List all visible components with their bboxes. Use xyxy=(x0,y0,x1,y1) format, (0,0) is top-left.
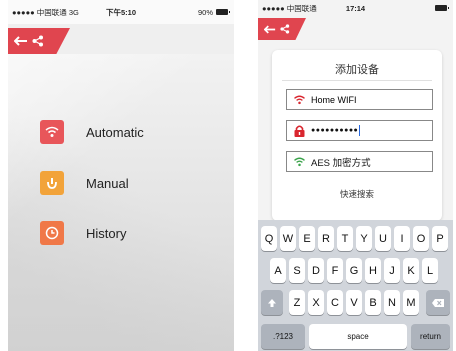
text-cursor xyxy=(359,125,361,136)
shift-arrow-icon xyxy=(268,298,276,307)
backspace-icon xyxy=(432,298,444,307)
menu-item-automatic[interactable]: Automatic xyxy=(40,120,144,144)
encryption-select[interactable]: AES 加密方式 xyxy=(286,151,433,172)
key-e[interactable]: E xyxy=(299,226,315,251)
keyboard: Q W E R T Y U I O P A S D F G H J K L Z … xyxy=(258,220,453,351)
back-arrow-icon xyxy=(264,24,276,34)
battery-percent: 90% xyxy=(197,7,213,17)
menu-label-manual: Manual xyxy=(86,175,129,191)
status-bar: ●●●●● 中国联通 17:14 xyxy=(258,0,453,16)
share-icon xyxy=(280,24,290,34)
key-a[interactable]: A xyxy=(270,258,286,283)
shift-key[interactable] xyxy=(261,290,283,315)
key-x[interactable]: X xyxy=(308,290,324,315)
space-key[interactable]: space xyxy=(309,324,407,349)
key-m[interactable]: M xyxy=(403,290,419,315)
key-g[interactable]: G xyxy=(346,258,362,283)
background xyxy=(8,54,234,351)
key-r[interactable]: R xyxy=(318,226,334,251)
menu-label-history: History xyxy=(86,225,127,241)
key-d[interactable]: D xyxy=(308,258,324,283)
back-arrow-icon xyxy=(14,36,27,46)
left-screen: ●●●●● 中国联通 3G 下午5:10 90% Automatic Manua… xyxy=(8,0,234,351)
ssid-input[interactable] xyxy=(311,94,421,105)
key-k[interactable]: K xyxy=(403,258,419,283)
key-t[interactable]: T xyxy=(337,226,353,251)
encryption-value: AES 加密方式 xyxy=(311,157,371,169)
key-n[interactable]: N xyxy=(384,290,400,315)
key-c[interactable]: C xyxy=(327,290,343,315)
wifi-signal-icon xyxy=(287,157,311,167)
right-screen: ●●●●● 中国联通 17:14 添加设备 ●●●●●●●●●● xyxy=(258,0,453,351)
key-j[interactable]: J xyxy=(384,258,400,283)
clock-icon xyxy=(40,221,64,245)
key-b[interactable]: B xyxy=(365,290,381,315)
add-device-card: 添加设备 ●●●●●●●●●● AES 加密方式 快速搜索 xyxy=(272,50,442,221)
share-icon xyxy=(32,35,43,47)
divider xyxy=(282,80,432,81)
back-share-button[interactable] xyxy=(8,28,70,54)
key-s[interactable]: S xyxy=(289,258,305,283)
key-o[interactable]: O xyxy=(413,226,429,251)
wifi-icon xyxy=(287,95,311,105)
key-h[interactable]: H xyxy=(365,258,381,283)
menu-label-automatic: Automatic xyxy=(86,124,144,140)
ssid-field[interactable] xyxy=(286,89,433,110)
battery-icon xyxy=(216,9,230,15)
battery-icon xyxy=(435,5,449,11)
password-field[interactable]: ●●●●●●●●●● xyxy=(286,120,433,141)
back-share-button[interactable] xyxy=(258,18,306,40)
key-v[interactable]: V xyxy=(346,290,362,315)
menu-item-manual[interactable]: Manual xyxy=(40,171,129,195)
menu-item-history[interactable]: History xyxy=(40,221,126,245)
hand-icon xyxy=(40,171,64,195)
key-f[interactable]: F xyxy=(327,258,343,283)
key-w[interactable]: W xyxy=(280,226,296,251)
password-input[interactable]: ●●●●●●●●●● xyxy=(311,127,358,134)
key-y[interactable]: Y xyxy=(356,226,372,251)
numbers-key[interactable]: .?123 xyxy=(261,324,305,349)
key-p[interactable]: P xyxy=(432,226,448,251)
status-bar: ●●●●● 中国联通 3G 下午5:10 90% xyxy=(8,0,234,24)
clock: 17:14 xyxy=(345,3,366,13)
key-l[interactable]: L xyxy=(422,258,438,283)
key-u[interactable]: U xyxy=(375,226,391,251)
lock-icon xyxy=(287,124,311,137)
key-i[interactable]: I xyxy=(394,226,410,251)
card-title: 添加设备 xyxy=(335,64,379,76)
return-key[interactable]: return xyxy=(411,324,450,349)
wifi-icon xyxy=(40,120,64,144)
key-z[interactable]: Z xyxy=(289,290,305,315)
quick-search-link[interactable]: 快速搜索 xyxy=(272,188,442,200)
key-q[interactable]: Q xyxy=(261,226,277,251)
delete-key[interactable] xyxy=(426,290,450,315)
